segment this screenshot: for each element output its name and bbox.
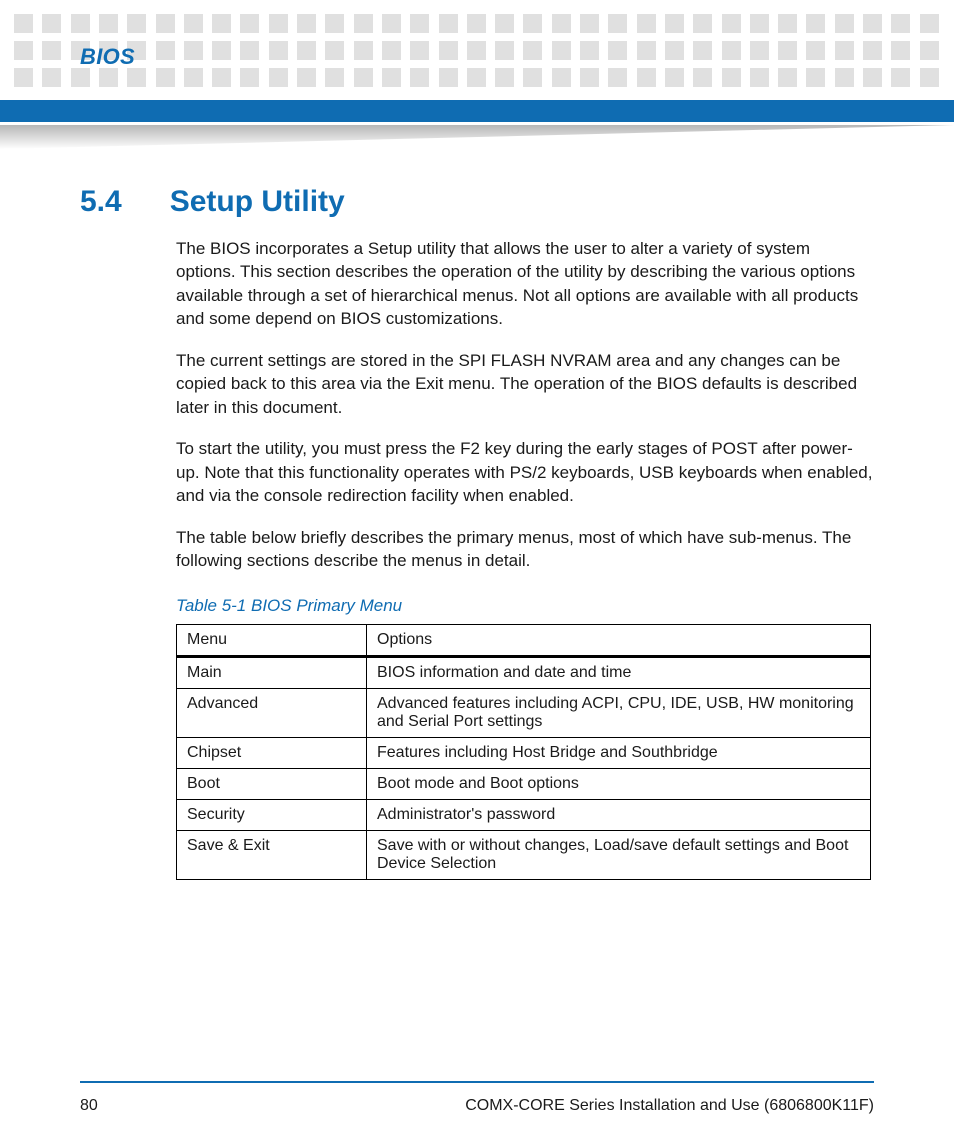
table-cell-menu: Main [177, 657, 367, 689]
table-cell-options: Advanced features including ACPI, CPU, I… [367, 689, 871, 738]
bios-primary-menu-table: Menu Options MainBIOS information and da… [176, 624, 871, 880]
table-cell-menu: Security [177, 800, 367, 831]
header-blue-bar [0, 100, 954, 122]
table-cell-options: Save with or without changes, Load/save … [367, 831, 871, 880]
table-cell-options: BIOS information and date and time [367, 657, 871, 689]
table-cell-options: Features including Host Bridge and South… [367, 738, 871, 769]
paragraph: To start the utility, you must press the… [176, 437, 874, 507]
table-row: MainBIOS information and date and time [177, 657, 871, 689]
table-caption: Table 5-1 BIOS Primary Menu [176, 596, 874, 616]
header-wedge [0, 125, 954, 149]
paragraph: The current settings are stored in the S… [176, 349, 874, 419]
table-cell-menu: Boot [177, 769, 367, 800]
table-cell-options: Administrator's password [367, 800, 871, 831]
page-number: 80 [80, 1097, 98, 1115]
table-cell-menu: Advanced [177, 689, 367, 738]
table-row: SecurityAdministrator's password [177, 800, 871, 831]
doc-title: COMX-CORE Series Installation and Use (6… [465, 1097, 874, 1115]
section-title: Setup Utility [170, 185, 345, 219]
table-row: BootBoot mode and Boot options [177, 769, 871, 800]
table-cell-options: Boot mode and Boot options [367, 769, 871, 800]
decorative-grid [0, 14, 954, 87]
table-row: Save & ExitSave with or without changes,… [177, 831, 871, 880]
table-row: AdvancedAdvanced features including ACPI… [177, 689, 871, 738]
paragraph: The BIOS incorporates a Setup utility th… [176, 237, 874, 331]
table-header-menu: Menu [177, 625, 367, 657]
table-row: ChipsetFeatures including Host Bridge an… [177, 738, 871, 769]
paragraph: The table below briefly describes the pr… [176, 526, 874, 573]
chapter-label: BIOS [80, 44, 135, 70]
footer-rule [80, 1081, 874, 1083]
section-number: 5.4 [80, 185, 122, 219]
table-header-options: Options [367, 625, 871, 657]
table-cell-menu: Save & Exit [177, 831, 367, 880]
table-cell-menu: Chipset [177, 738, 367, 769]
